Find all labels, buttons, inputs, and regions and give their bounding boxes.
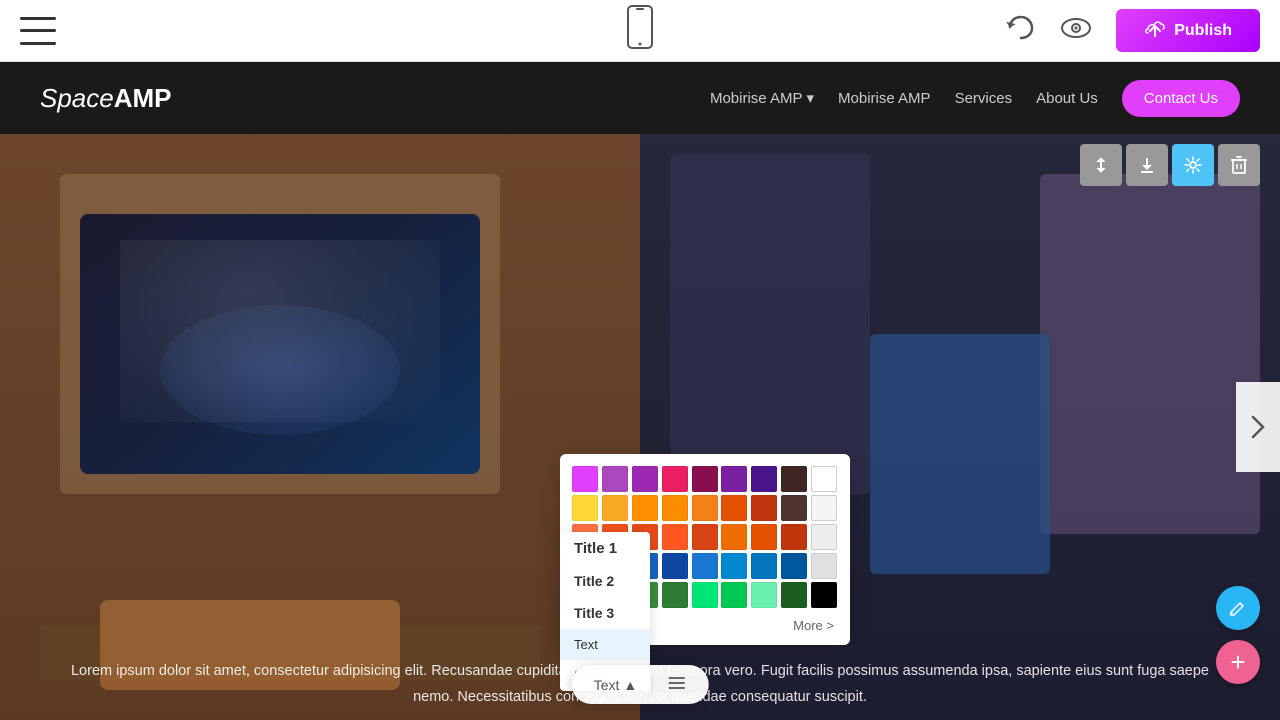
color-swatch[interactable] <box>811 495 837 521</box>
sort-button[interactable] <box>1080 144 1122 186</box>
color-swatch[interactable] <box>721 495 747 521</box>
color-swatch[interactable] <box>692 524 718 550</box>
color-swatch[interactable] <box>751 524 777 550</box>
color-swatch[interactable] <box>721 553 747 579</box>
phone-preview-icon[interactable] <box>626 5 654 56</box>
color-swatch[interactable] <box>662 495 688 521</box>
color-swatch[interactable] <box>811 524 837 550</box>
toolbar-divider <box>651 675 652 695</box>
nav-bar: SpaceAMP Mobirise AMP ▾ Mobirise AMP Ser… <box>0 62 1280 134</box>
text-style-button[interactable]: Text ▲ <box>588 673 644 697</box>
color-swatch-white[interactable] <box>811 466 837 492</box>
color-swatch[interactable] <box>751 553 777 579</box>
toolbar-right: Publish <box>1006 9 1260 52</box>
style-text[interactable]: Text <box>560 629 650 660</box>
hero-next-arrow[interactable] <box>1236 382 1280 472</box>
edit-fab-button[interactable] <box>1216 586 1260 630</box>
hero-section: Lorem ipsum dolor sit amet, consectetur … <box>0 134 1280 720</box>
bottom-inline-toolbar: Text ▲ <box>572 665 709 704</box>
undo-icon[interactable] <box>1006 14 1036 47</box>
toolbar-left <box>20 17 56 45</box>
color-swatch-black[interactable] <box>811 582 837 608</box>
color-swatch[interactable] <box>602 495 628 521</box>
color-swatch[interactable] <box>721 582 747 608</box>
color-swatch[interactable] <box>751 466 777 492</box>
color-swatch[interactable] <box>781 582 807 608</box>
color-swatch[interactable] <box>662 582 688 608</box>
arrow-up-icon: ▲ <box>623 677 637 693</box>
hero-left-image <box>0 134 640 720</box>
preview-eye-icon[interactable] <box>1060 17 1092 45</box>
site-logo: SpaceAMP <box>40 83 172 114</box>
color-swatch[interactable] <box>781 466 807 492</box>
color-swatch[interactable] <box>751 495 777 521</box>
color-swatch[interactable] <box>692 553 718 579</box>
color-swatch[interactable] <box>781 553 807 579</box>
style-title1[interactable]: Title 1 <box>560 532 650 565</box>
delete-button[interactable] <box>1218 144 1260 186</box>
color-swatch[interactable] <box>692 495 718 521</box>
cloud-upload-icon <box>1144 19 1166 42</box>
align-icon <box>666 675 686 694</box>
color-swatch[interactable] <box>721 524 747 550</box>
style-title3[interactable]: Title 3 <box>560 597 650 629</box>
nav-link-mobirise1[interactable]: Mobirise AMP ▾ <box>710 89 814 107</box>
color-swatch[interactable] <box>721 466 747 492</box>
settings-button[interactable] <box>1172 144 1214 186</box>
color-swatch[interactable] <box>572 495 598 521</box>
nav-link-about[interactable]: About Us <box>1036 90 1098 107</box>
color-swatch[interactable] <box>692 582 718 608</box>
color-swatch[interactable] <box>781 495 807 521</box>
download-button[interactable] <box>1126 144 1168 186</box>
color-swatch[interactable] <box>692 466 718 492</box>
color-swatch[interactable] <box>751 582 777 608</box>
publish-button[interactable]: Publish <box>1116 9 1260 52</box>
hamburger-menu[interactable] <box>20 17 56 45</box>
color-swatch[interactable] <box>632 466 658 492</box>
top-toolbar: Publish <box>0 0 1280 62</box>
contact-us-button[interactable]: Contact Us <box>1122 80 1240 117</box>
align-button[interactable] <box>660 671 692 698</box>
color-swatch[interactable] <box>781 524 807 550</box>
color-swatch[interactable] <box>662 553 688 579</box>
publish-label: Publish <box>1174 22 1232 40</box>
color-swatch[interactable] <box>811 553 837 579</box>
nav-link-mobirise2[interactable]: Mobirise AMP <box>838 90 931 107</box>
nav-links: Mobirise AMP ▾ Mobirise AMP Services Abo… <box>710 80 1240 117</box>
color-swatch[interactable] <box>662 466 688 492</box>
chevron-down-icon: ▾ <box>807 89 815 107</box>
logo-italic: Space <box>40 83 114 113</box>
color-swatch[interactable] <box>632 495 658 521</box>
color-swatch[interactable] <box>662 524 688 550</box>
toolbar-center <box>626 5 654 56</box>
nav-link-services[interactable]: Services <box>955 90 1013 107</box>
style-title2[interactable]: Title 2 <box>560 565 650 597</box>
add-fab-button[interactable]: + <box>1216 640 1260 684</box>
color-swatch[interactable] <box>572 466 598 492</box>
logo-bold: AMP <box>114 83 172 113</box>
color-swatch[interactable] <box>602 466 628 492</box>
float-toolbar <box>1080 144 1260 186</box>
